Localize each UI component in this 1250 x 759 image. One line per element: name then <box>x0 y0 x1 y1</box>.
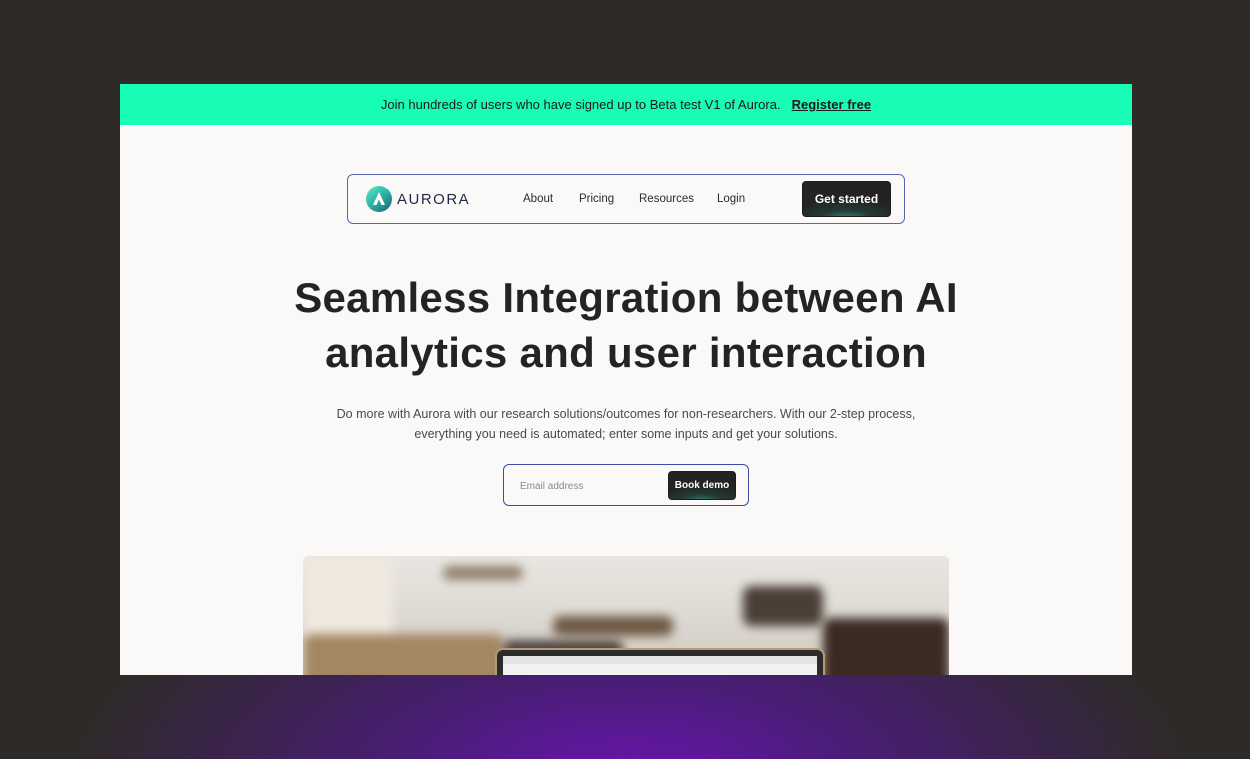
hero-image <box>303 556 949 675</box>
book-demo-button[interactable]: Book demo <box>668 471 736 500</box>
laptop-illustration <box>495 648 825 675</box>
nav-link-about[interactable]: About <box>523 193 553 205</box>
hero-headline-line2: analytics and user interaction <box>325 329 927 376</box>
nav-link-login[interactable]: Login <box>717 193 745 205</box>
email-signup-form: Book demo <box>503 464 749 506</box>
hero-subtext-line1: Do more with Aurora with our research so… <box>336 407 916 421</box>
nav-link-pricing[interactable]: Pricing <box>579 193 614 205</box>
banner-message: Join hundreds of users who have signed u… <box>380 97 781 112</box>
page-preview: Join hundreds of users who have signed u… <box>120 84 1132 675</box>
email-input[interactable] <box>518 476 662 496</box>
brand-name: AURORA <box>397 190 471 208</box>
announcement-banner: Join hundreds of users who have signed u… <box>120 84 1132 125</box>
brand-logo[interactable]: AURORA <box>366 186 470 212</box>
hero-subtext-line2: everything you need is automated; enter … <box>414 427 838 441</box>
hero-headline-line1: Seamless Integration between AI <box>294 274 958 321</box>
aurora-logo-icon <box>366 186 392 212</box>
register-free-link[interactable]: Register free <box>792 97 871 112</box>
nav-link-resources[interactable]: Resources <box>639 193 694 205</box>
navbar: AURORA About Pricing Resources Login Get… <box>347 174 905 224</box>
get-started-button[interactable]: Get started <box>802 181 891 217</box>
